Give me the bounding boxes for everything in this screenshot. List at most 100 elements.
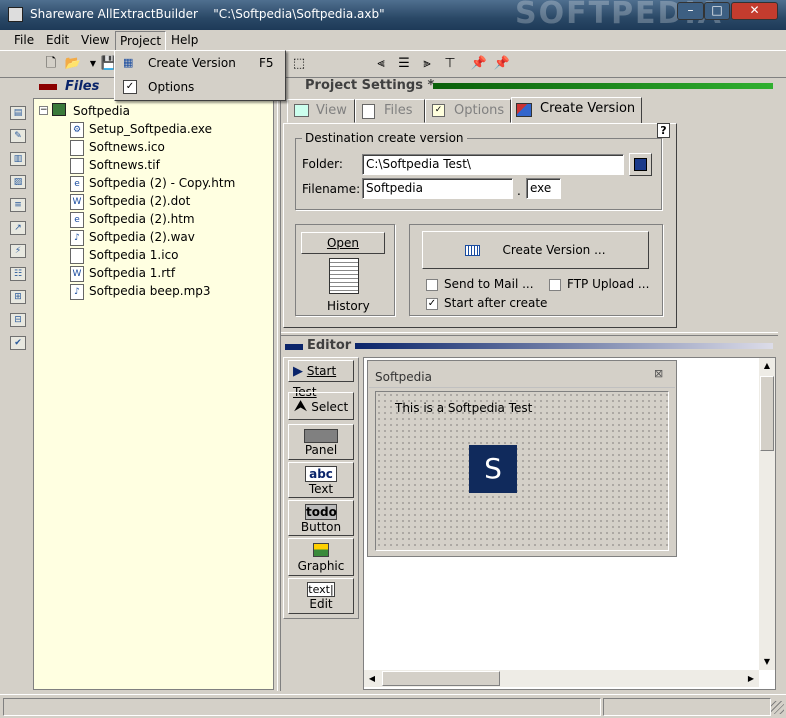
- send-to-mail-label[interactable]: Send to Mail ...: [444, 277, 534, 291]
- view-tab-icon: [294, 104, 309, 117]
- file-tree-item[interactable]: ♪ Softpedia (2).wav: [70, 228, 195, 246]
- options-icon: ✓: [123, 80, 137, 94]
- maximize-button[interactable]: □: [704, 2, 730, 20]
- horizontal-scroll-thumb[interactable]: [382, 671, 500, 686]
- scroll-down-arrow-icon[interactable]: ▼: [759, 654, 775, 670]
- file-props-icon[interactable]: ▥: [10, 152, 26, 166]
- tab-files[interactable]: Files: [355, 99, 425, 123]
- menu-project[interactable]: Project: [115, 31, 167, 51]
- file-tree-item[interactable]: Softnews.tif: [70, 156, 160, 174]
- menu-edit[interactable]: Edit: [46, 33, 69, 47]
- file-tree-item[interactable]: ⚙ Setup_Softpedia.exe: [70, 120, 212, 138]
- help-button[interactable]: ?: [657, 123, 670, 138]
- history-label[interactable]: History: [327, 299, 370, 313]
- folder-field[interactable]: C:\Softpedia Test\: [362, 154, 624, 175]
- graphic-tool[interactable]: Graphic: [288, 538, 354, 576]
- panel-tool[interactable]: Panel: [288, 424, 354, 460]
- resize-grip-icon[interactable]: [771, 701, 784, 714]
- form-caption-bar[interactable]: Softpedia ⊠: [369, 362, 675, 388]
- files-tab-icon: [362, 104, 375, 119]
- edit-file-icon[interactable]: ✎: [10, 129, 26, 143]
- collapse-toggle-icon[interactable]: −: [39, 106, 48, 115]
- form-label[interactable]: This is a Softpedia Test: [395, 401, 532, 415]
- scroll-up-arrow-icon[interactable]: ▲: [759, 358, 775, 374]
- arrow-edit-icon[interactable]: ↗: [10, 221, 26, 235]
- editor-header: Editor: [283, 338, 777, 354]
- vertical-splitter[interactable]: [277, 79, 281, 691]
- align-left-icon[interactable]: ⫷: [372, 55, 390, 73]
- close-button[interactable]: ✕: [731, 2, 778, 20]
- tab-view[interactable]: View: [287, 99, 355, 123]
- edit-tool[interactable]: text| Edit: [288, 578, 354, 614]
- vertical-scrollbar[interactable]: ▲ ▼: [759, 358, 775, 670]
- file-tree-item[interactable]: e Softpedia (2) - Copy.htm: [70, 174, 235, 192]
- stack-icon[interactable]: ≡: [10, 198, 26, 212]
- open-button[interactable]: Open: [301, 232, 385, 254]
- menu-view[interactable]: View: [81, 33, 109, 47]
- menu-item-options[interactable]: ✓ Options: [117, 76, 283, 98]
- button-tool-icon: todo: [305, 504, 337, 520]
- create-version-button-icon: [465, 245, 481, 256]
- browse-save-button[interactable]: [629, 153, 652, 176]
- pin-icon[interactable]: 📌: [470, 55, 488, 73]
- file-tree[interactable]: − Softpedia ⚙ Setup_Softpedia.exe Softnews…: [33, 98, 274, 690]
- panel-header-bar-icon: [39, 84, 57, 90]
- pin-group-icon[interactable]: 📌: [493, 55, 511, 73]
- ftp-upload-label[interactable]: FTP Upload ...: [567, 277, 649, 291]
- align-top-icon[interactable]: ⊤: [441, 55, 459, 73]
- horizontal-scrollbar[interactable]: ◀ ▶: [364, 670, 759, 687]
- form-client-area[interactable]: This is a Softpedia Test S: [375, 391, 669, 551]
- file-tree-item[interactable]: Softnews.ico: [70, 138, 165, 156]
- cursor-arrow-icon: ⮝: [293, 396, 308, 415]
- file-tree-item[interactable]: e Softpedia (2).htm: [70, 210, 195, 228]
- ftp-upload-checkbox[interactable]: [549, 279, 561, 291]
- app-icon[interactable]: [8, 7, 23, 22]
- horizontal-splitter[interactable]: [281, 332, 778, 336]
- start-test-button[interactable]: ▶ Start Test: [288, 360, 354, 399]
- minimize-button[interactable]: –: [677, 2, 704, 20]
- form-close-icon[interactable]: ⊠: [654, 367, 663, 380]
- project-icon[interactable]: ▤: [10, 106, 26, 120]
- button-tool[interactable]: todo Button: [288, 500, 354, 536]
- tree-edit-icon[interactable]: ⊟: [10, 313, 26, 327]
- tree-view-icon[interactable]: ⊞: [10, 290, 26, 304]
- create-version-button[interactable]: Create Version ...: [422, 231, 649, 269]
- file-tree-item[interactable]: W Softpedia 1.rtf: [70, 264, 175, 282]
- blank-file-icon: [70, 247, 84, 264]
- tree-root[interactable]: Softpedia: [73, 102, 130, 120]
- open-folder-icon[interactable]: 📂: [64, 55, 82, 73]
- vertical-scroll-thumb[interactable]: [760, 376, 774, 451]
- lightning-icon[interactable]: ⚡: [10, 244, 26, 258]
- align-center-icon[interactable]: ☰: [395, 55, 413, 73]
- select-region-icon[interactable]: ⬚: [290, 55, 308, 73]
- tab-options[interactable]: ✓ Options: [425, 99, 511, 123]
- menu-item-create-version[interactable]: ▦ Create Version F5: [117, 52, 283, 74]
- file-tree-item[interactable]: W Softpedia (2).dot: [70, 192, 190, 210]
- softpedia-logo-image[interactable]: S: [469, 445, 517, 493]
- file-tree-item-label: Softpedia (2) - Copy.htm: [89, 176, 236, 190]
- filename-field[interactable]: Softpedia: [362, 178, 513, 199]
- root-folder-icon: [52, 103, 66, 116]
- editor-header-bar-icon: [285, 344, 303, 350]
- menu-help[interactable]: Help: [171, 33, 198, 47]
- extension-field[interactable]: exe: [526, 178, 561, 199]
- select-tool[interactable]: ⮝ Select: [288, 392, 354, 420]
- tab-create-version[interactable]: Create Version: [511, 97, 642, 124]
- text-tool[interactable]: abc Text: [288, 462, 354, 498]
- align-right-icon[interactable]: ⫸: [418, 55, 436, 73]
- menu-file[interactable]: File: [14, 33, 34, 47]
- designer-form[interactable]: Softpedia ⊠ This is a Softpedia Test S: [367, 360, 677, 557]
- history-notepad-icon[interactable]: [329, 258, 359, 294]
- status-bar: [0, 694, 786, 718]
- file-tree-item[interactable]: ♪ Softpedia beep.mp3: [70, 282, 211, 300]
- start-after-create-checkbox[interactable]: ✓: [426, 298, 438, 310]
- image-icon[interactable]: ▨: [10, 175, 26, 189]
- list-icon[interactable]: ☷: [10, 267, 26, 281]
- send-to-mail-checkbox[interactable]: [426, 279, 438, 291]
- file-tree-item[interactable]: Softpedia 1.ico: [70, 246, 179, 264]
- scroll-right-arrow-icon[interactable]: ▶: [743, 670, 759, 687]
- new-file-icon[interactable]: 🗋: [42, 55, 60, 73]
- scroll-left-arrow-icon[interactable]: ◀: [364, 670, 380, 687]
- start-after-create-label[interactable]: Start after create: [444, 296, 547, 310]
- check-list-icon[interactable]: ✔: [10, 336, 26, 350]
